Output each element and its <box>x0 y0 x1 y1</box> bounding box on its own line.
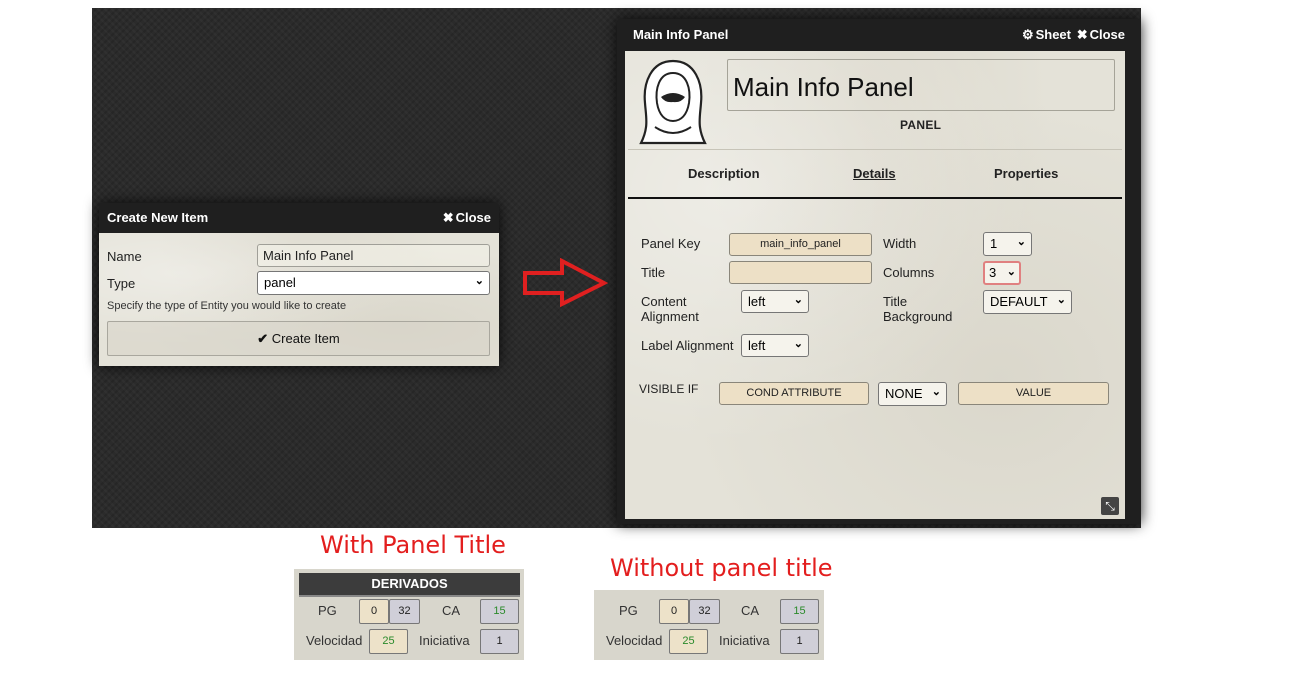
example-panel-without-title: PG 0 32 CA 15 Velocidad 25 Iniciativa 1 <box>594 590 824 660</box>
width-value: 1 <box>990 236 998 251</box>
tab-description[interactable]: Description <box>688 166 760 181</box>
value-input[interactable]: VALUE <box>958 382 1109 405</box>
panel-title-bar: DERIVADOS <box>299 573 520 597</box>
chevron-down-icon: ⌄ <box>931 386 941 398</box>
title-background-label: Title Background <box>883 294 953 324</box>
chevron-down-icon: ⌄ <box>793 294 803 306</box>
resize-icon[interactable]: ⤡ <box>1101 497 1119 515</box>
close-icon: ✖ <box>442 210 454 225</box>
chevron-down-icon: ⌄ <box>1016 236 1026 248</box>
ca-label: CA <box>741 603 760 618</box>
title-background-value: DEFAULT <box>990 294 1048 309</box>
chevron-down-icon: ⌄ <box>1056 294 1066 306</box>
chevron-down-icon: ⌄ <box>1006 266 1016 278</box>
dialog-header: Create New Item ✖ Close <box>99 203 499 231</box>
ca-field[interactable]: 15 <box>480 599 519 624</box>
divider <box>628 197 1122 199</box>
columns-select[interactable]: 3 ⌄ <box>983 261 1021 285</box>
type-select-value: panel <box>264 275 296 290</box>
pg-current-field[interactable]: 0 <box>359 599 389 624</box>
iniciativa-field[interactable]: 1 <box>480 629 519 654</box>
create-item-dialog: Create New Item ✖ Close Name Main Info Pa… <box>99 203 499 366</box>
content-alignment-value: left <box>748 294 766 309</box>
label-alignment-label: Label Alignment <box>641 338 734 353</box>
example-panel-with-title: DERIVADOS PG 0 32 CA 15 Velocidad 25 Ini… <box>294 569 524 660</box>
iniciativa-field[interactable]: 1 <box>780 629 819 654</box>
tab-properties[interactable]: Properties <box>994 166 1058 181</box>
title-label: Title <box>641 265 666 280</box>
sheet-label: Sheet <box>1035 27 1071 42</box>
velocidad-field[interactable]: 25 <box>369 629 408 654</box>
dialog-title: Create New Item <box>107 210 209 225</box>
sheet-body: Main Info Panel PANEL Description Detail… <box>625 51 1125 519</box>
content-alignment-label: Content Alignment <box>641 294 699 324</box>
entity-type-label: PANEL <box>900 118 942 132</box>
entity-name-input[interactable]: Main Info Panel <box>727 59 1115 111</box>
right-arrow-icon <box>523 258 608 308</box>
caption-without-title: Without panel title <box>610 554 833 582</box>
name-input[interactable]: Main Info Panel <box>257 244 490 267</box>
pg-max-field[interactable]: 32 <box>689 599 720 624</box>
hooded-figure-icon[interactable] <box>635 57 711 147</box>
pg-current-field[interactable]: 0 <box>659 599 689 624</box>
title-input[interactable] <box>729 261 872 284</box>
width-select[interactable]: 1 ⌄ <box>983 232 1032 256</box>
sheet-header: Main Info Panel ⚙ Sheet ✖ Close <box>617 19 1141 49</box>
create-item-label: Create Item <box>271 331 340 346</box>
columns-value: 3 <box>989 265 997 280</box>
operator-value: NONE <box>885 386 923 401</box>
close-button[interactable]: ✖ Close <box>1077 27 1125 43</box>
item-sheet-window: Main Info Panel ⚙ Sheet ✖ Close Main Info … <box>617 19 1141 524</box>
tab-details[interactable]: Details <box>853 166 896 181</box>
iniciativa-label: Iniciativa <box>719 633 770 648</box>
ca-label: CA <box>442 603 461 618</box>
content-alignment-select[interactable]: left ⌄ <box>741 290 809 313</box>
sheet-button[interactable]: ⚙ Sheet <box>1022 27 1071 43</box>
divider <box>628 149 1122 150</box>
type-hint: Specify the type of Entity you would lik… <box>107 300 347 312</box>
close-label: Close <box>1089 27 1125 42</box>
pg-label: PG <box>318 603 337 618</box>
title-background-select[interactable]: DEFAULT ⌄ <box>983 290 1072 314</box>
check-icon: ✔ <box>257 331 269 346</box>
panel-key-input[interactable]: main_info_panel <box>729 233 872 256</box>
close-icon: ✖ <box>1076 27 1088 42</box>
create-item-button[interactable]: ✔ Create Item <box>107 321 490 356</box>
close-button[interactable]: ✖ Close <box>443 210 491 226</box>
pg-label: PG <box>619 603 638 618</box>
visible-if-label: VISIBLE IF <box>639 382 699 396</box>
operator-select[interactable]: NONE ⌄ <box>878 382 947 406</box>
sheet-title: Main Info Panel <box>633 27 729 42</box>
width-label: Width <box>883 236 917 251</box>
chevron-down-icon: ⌄ <box>474 275 484 287</box>
cond-attribute-input[interactable]: COND ATTRIBUTE <box>719 382 869 405</box>
gear-icon: ⚙ <box>1021 27 1034 42</box>
dialog-body: Name Main Info Panel Type panel ⌄ Specif… <box>99 233 499 366</box>
velocidad-label: Velocidad <box>306 633 363 648</box>
close-label: Close <box>455 210 491 225</box>
velocidad-label: Velocidad <box>606 633 663 648</box>
type-select[interactable]: panel ⌄ <box>257 271 490 295</box>
label-alignment-select[interactable]: left ⌄ <box>741 334 809 357</box>
iniciativa-label: Iniciativa <box>419 633 470 648</box>
ca-field[interactable]: 15 <box>780 599 819 624</box>
pg-max-field[interactable]: 32 <box>389 599 420 624</box>
label-alignment-value: left <box>748 338 766 353</box>
name-label: Name <box>107 249 142 264</box>
velocidad-field[interactable]: 25 <box>669 629 708 654</box>
columns-label: Columns <box>883 265 935 280</box>
panel-key-label: Panel Key <box>641 236 701 251</box>
type-label: Type <box>107 276 136 291</box>
caption-with-title: With Panel Title <box>320 531 506 559</box>
chevron-down-icon: ⌄ <box>793 338 803 350</box>
